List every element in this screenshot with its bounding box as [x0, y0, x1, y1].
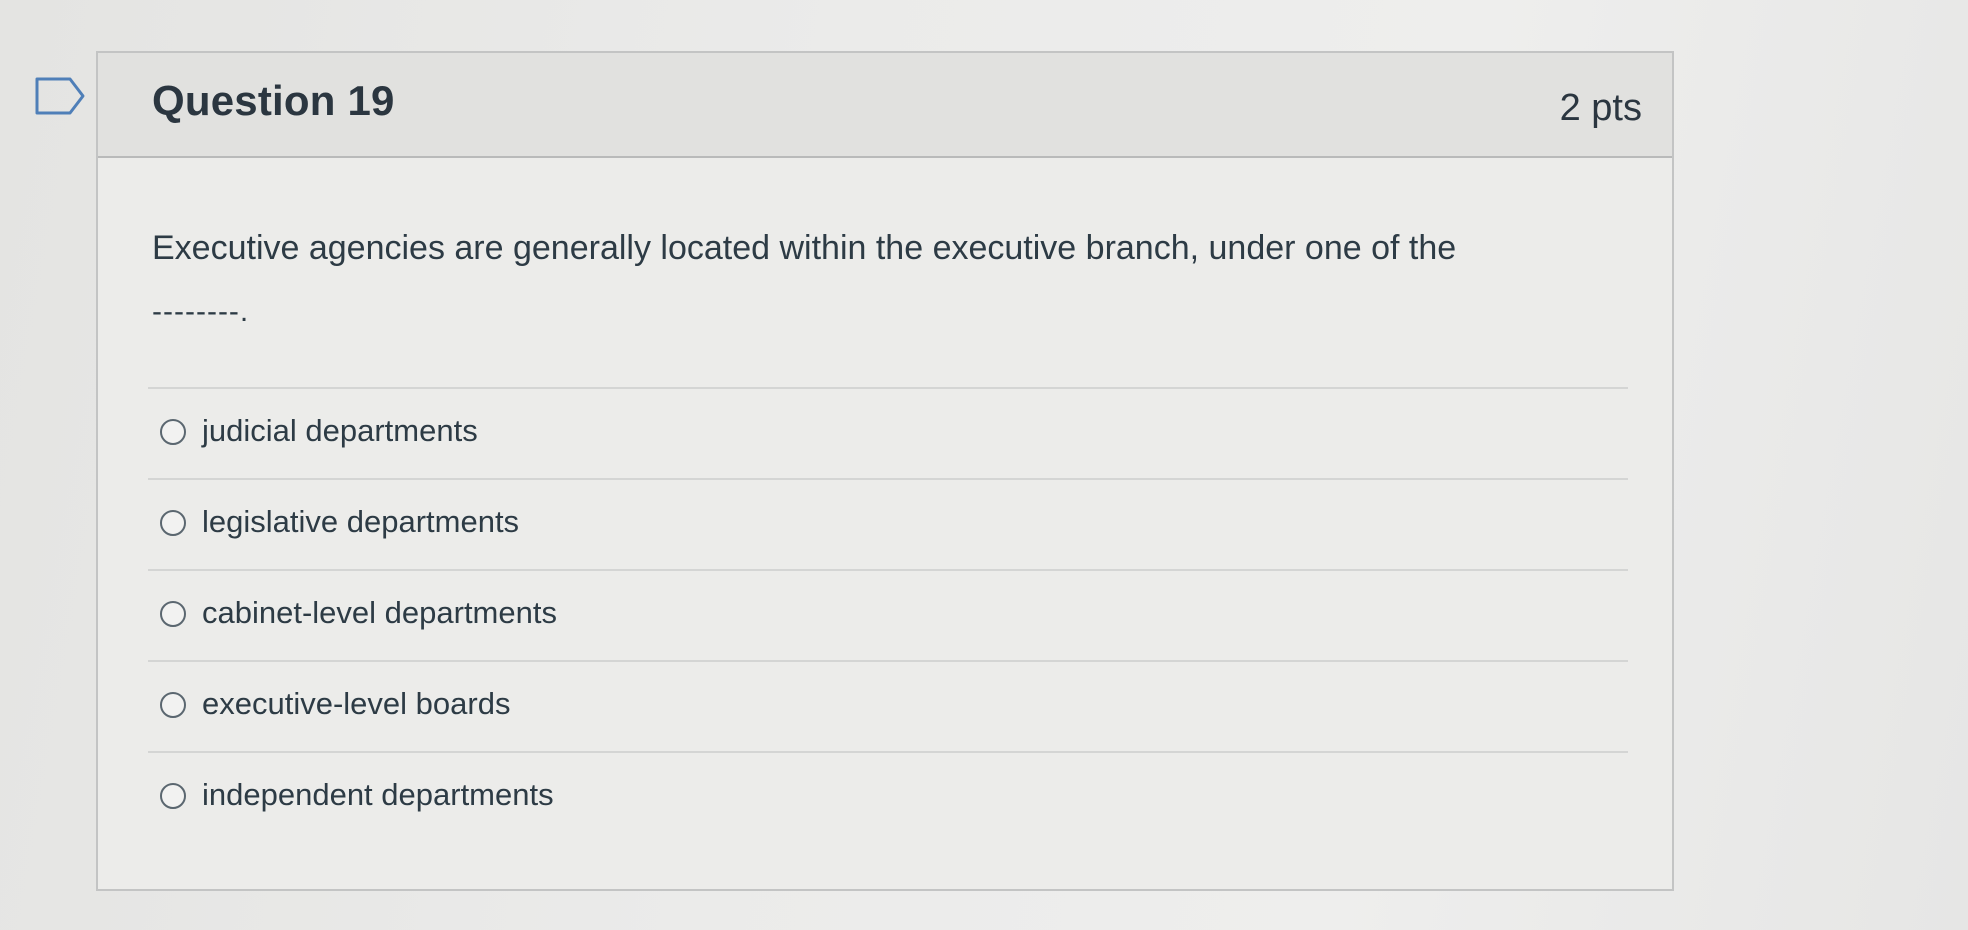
answer-option-1[interactable]: judicial departments	[148, 387, 1628, 478]
question-title: Question 19	[152, 77, 395, 124]
radio-unchecked-icon[interactable]	[160, 783, 186, 809]
radio-unchecked-icon[interactable]	[160, 419, 186, 445]
answer-label[interactable]: executive-level boards	[202, 686, 510, 722]
question-blank: --------.	[152, 295, 250, 328]
question-points: 2 pts	[1559, 87, 1642, 129]
question-text: Executive agencies are generally located…	[152, 229, 1457, 267]
answer-label[interactable]: independent departments	[202, 777, 554, 813]
answer-label[interactable]: cabinet-level departments	[202, 595, 557, 631]
flag-question-icon[interactable]	[34, 76, 86, 116]
answer-list: judicial departments legislative departm…	[148, 387, 1628, 842]
question-header: Question 19 2 pts	[98, 53, 1672, 158]
answer-label[interactable]: judicial departments	[202, 413, 478, 449]
answer-option-5[interactable]: independent departments	[148, 751, 1628, 842]
radio-unchecked-icon[interactable]	[160, 510, 186, 536]
answer-option-4[interactable]: executive-level boards	[148, 660, 1628, 751]
question-card: Question 19 2 pts Executive agencies are…	[96, 51, 1674, 891]
radio-unchecked-icon[interactable]	[160, 601, 186, 627]
answer-label[interactable]: legislative departments	[202, 504, 519, 540]
answer-option-2[interactable]: legislative departments	[148, 478, 1628, 569]
answer-option-3[interactable]: cabinet-level departments	[148, 569, 1628, 660]
radio-unchecked-icon[interactable]	[160, 692, 186, 718]
